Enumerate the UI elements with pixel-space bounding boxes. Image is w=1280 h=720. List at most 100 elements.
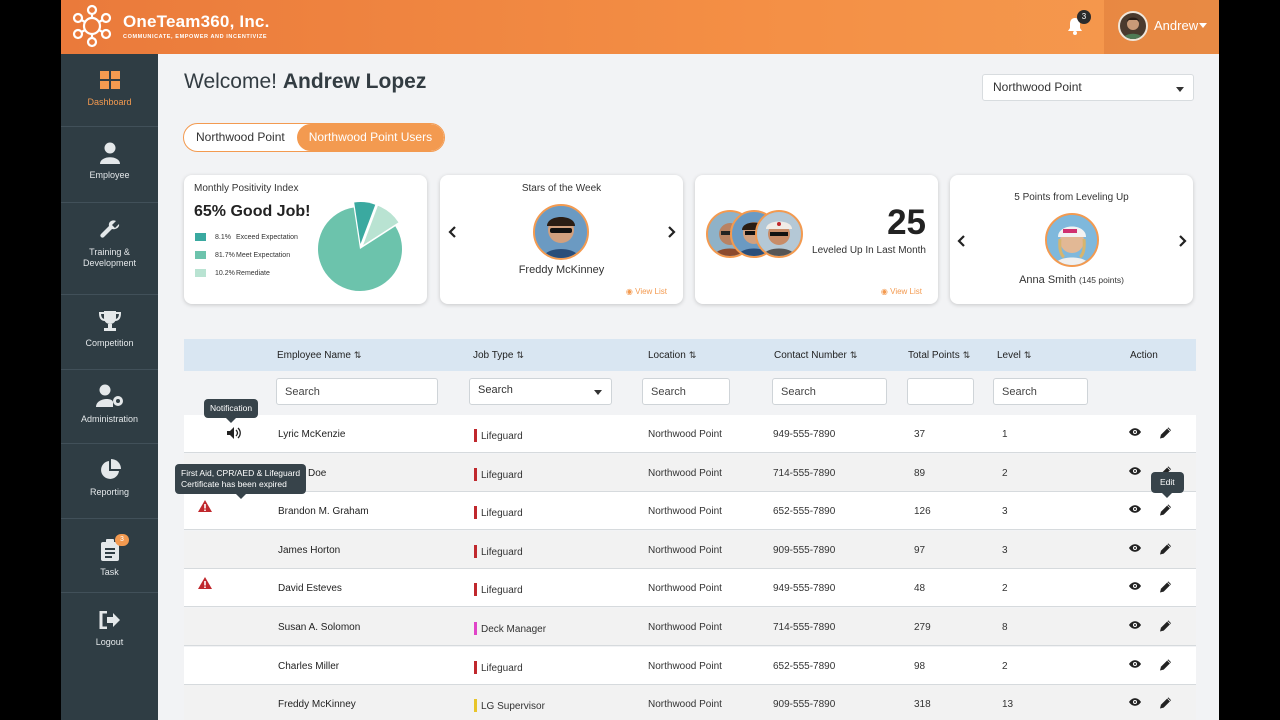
speaker-icon[interactable] — [227, 427, 241, 439]
job-type-color-bar — [474, 467, 477, 481]
avatar[interactable] — [533, 204, 589, 260]
brand-logo-icon[interactable] — [69, 3, 115, 49]
avatar[interactable] — [1045, 213, 1099, 267]
job-type-color-bar — [474, 583, 477, 597]
pie-chart-icon — [100, 459, 121, 479]
location-select[interactable]: Northwood Point — [982, 74, 1194, 101]
cell-contact: 714-555-7890 — [773, 467, 836, 479]
sidebar-item-training[interactable]: Training & Development — [61, 203, 158, 295]
sidebar-item-task[interactable]: 3 Task — [61, 519, 158, 593]
table-row[interactable]: Charles Miller Lifeguard Northwood Point 65… — [184, 646, 1196, 685]
view-eye-icon[interactable] — [1129, 543, 1141, 553]
view-toggle: Northwood Point Northwood Point Users — [183, 123, 446, 152]
legend-percent: 81.7% — [215, 251, 235, 259]
edit-pencil-icon[interactable] — [1160, 658, 1172, 671]
job-type-color-bar — [474, 544, 477, 558]
eye-icon: ◉ — [880, 287, 888, 296]
view-list-link[interactable]: ◉ View List — [881, 287, 922, 296]
edit-pencil-icon[interactable] — [1160, 696, 1172, 709]
sidebar-item-employee[interactable]: Employee — [61, 127, 158, 203]
edit-pencil-icon[interactable] — [1160, 542, 1172, 555]
cell-level: 3 — [1002, 506, 1008, 518]
cell-job: Deck Manager — [474, 622, 546, 635]
view-eye-icon[interactable] — [1129, 659, 1141, 669]
table-row[interactable]: Susan A. Solomon Deck Manager Northwood Po… — [184, 608, 1196, 646]
sidebar-item-reporting[interactable]: Reporting — [61, 444, 158, 519]
column-label: Contact Number — [774, 350, 847, 361]
table-row[interactable]: Doe Lifeguard Northwood Point 714-555-7890 8… — [184, 453, 1196, 492]
filter-job-type[interactable]: Search — [469, 378, 612, 405]
toggle-location-users[interactable]: Northwood Point Users — [296, 124, 445, 151]
cell-points: 318 — [914, 699, 931, 711]
filter-contact-number[interactable] — [772, 378, 887, 405]
edit-pencil-icon[interactable] — [1160, 619, 1172, 632]
points-card: 5 Points from Leveling Up Anna Smith (14… — [950, 175, 1193, 304]
user-menu[interactable]: Andrew — [1104, 0, 1219, 54]
view-list-link[interactable]: ◉ View List — [626, 287, 667, 296]
cell-location: Northwood Point — [648, 467, 722, 479]
view-eye-icon[interactable] — [1129, 581, 1141, 591]
edit-pencil-icon[interactable] — [1160, 580, 1172, 593]
sidebar-item-logout[interactable]: Logout — [61, 593, 158, 667]
cell-job: Lifeguard — [474, 583, 523, 597]
column-job-type[interactable]: Job Type ⇅ — [473, 350, 524, 361]
sidebar-item-dashboard[interactable]: Dashboard — [61, 54, 158, 127]
view-eye-icon[interactable] — [1129, 504, 1141, 514]
filter-location[interactable] — [642, 378, 730, 405]
job-type-label: Lifeguard — [481, 546, 523, 558]
column-employee-name[interactable]: Employee Name ⇅ — [277, 350, 361, 361]
column-contact-number[interactable]: Contact Number ⇅ — [774, 350, 857, 361]
edit-pencil-icon[interactable] — [1160, 503, 1172, 516]
chevron-down-icon — [1176, 87, 1184, 92]
toggle-location[interactable]: Northwood Point — [184, 124, 297, 151]
cell-contact: 909-555-7890 — [773, 544, 836, 556]
positivity-headline: 65% Good Job! — [194, 203, 311, 220]
notifications-button[interactable]: 3 — [1065, 10, 1091, 38]
filter-total-points[interactable] — [907, 378, 974, 405]
sidebar-item-administration[interactable]: Administration — [61, 370, 158, 444]
cell-points: 126 — [914, 506, 931, 518]
edit-pencil-icon[interactable] — [1160, 426, 1172, 439]
cell-job: Lifeguard — [474, 544, 523, 558]
avatar[interactable] — [755, 210, 803, 258]
chevron-down-icon — [1199, 23, 1207, 28]
view-eye-icon[interactable] — [1129, 427, 1141, 437]
chevron-right-icon[interactable] — [665, 225, 677, 239]
column-total-points[interactable]: Total Points ⇅ — [908, 350, 970, 361]
cell-job: LG Supervisor — [474, 699, 545, 713]
view-eye-icon[interactable] — [1129, 620, 1141, 630]
cell-level: 2 — [1002, 467, 1008, 479]
column-level[interactable]: Level ⇅ — [997, 350, 1031, 361]
cell-points: 279 — [914, 622, 931, 633]
warning-icon[interactable] — [198, 577, 212, 589]
table-row[interactable]: Lyric McKenzie Lifeguard Northwood Point 94… — [184, 415, 1196, 453]
cell-points: 89 — [914, 467, 926, 479]
table-row[interactable]: Freddy McKinney LG Supervisor Northwood Po… — [184, 685, 1196, 720]
job-type-color-bar — [474, 506, 477, 520]
table-row[interactable]: James Horton Lifeguard Northwood Point 909-… — [184, 530, 1196, 569]
chevron-left-icon[interactable] — [956, 234, 968, 248]
eye-icon: ◉ — [625, 287, 633, 296]
sidebar-item-label: Task — [100, 567, 119, 577]
sidebar-item-competition[interactable]: Competition — [61, 295, 158, 370]
job-type-label: Deck Manager — [481, 624, 547, 635]
chevron-right-icon[interactable] — [1176, 234, 1188, 248]
table-row[interactable]: David Esteves Lifeguard Northwood Point 949… — [184, 569, 1196, 608]
cell-job: Lifeguard — [474, 506, 523, 520]
filter-level[interactable] — [993, 378, 1088, 405]
cell-contact: 909-555-7890 — [773, 699, 836, 711]
wrench-icon — [99, 220, 119, 238]
warning-icon[interactable] — [198, 500, 212, 512]
positivity-title: Monthly Positivity Index — [194, 183, 299, 194]
certificate-expired-tooltip: First Aid, CPR/AED & Lifeguard Certifica… — [175, 464, 307, 499]
view-eye-icon[interactable] — [1129, 466, 1141, 476]
column-location[interactable]: Location ⇅ — [648, 350, 696, 361]
table-row[interactable]: Brandon M. Graham Lifeguard Northwood Poin… — [184, 492, 1196, 531]
cell-job: Lifeguard — [474, 467, 523, 481]
sort-icon: ⇅ — [962, 350, 971, 360]
cell-points: 97 — [914, 544, 926, 556]
chevron-down-icon — [594, 390, 602, 395]
filter-employee-name[interactable] — [276, 378, 438, 405]
chevron-left-icon[interactable] — [447, 225, 459, 239]
view-eye-icon[interactable] — [1129, 697, 1141, 707]
